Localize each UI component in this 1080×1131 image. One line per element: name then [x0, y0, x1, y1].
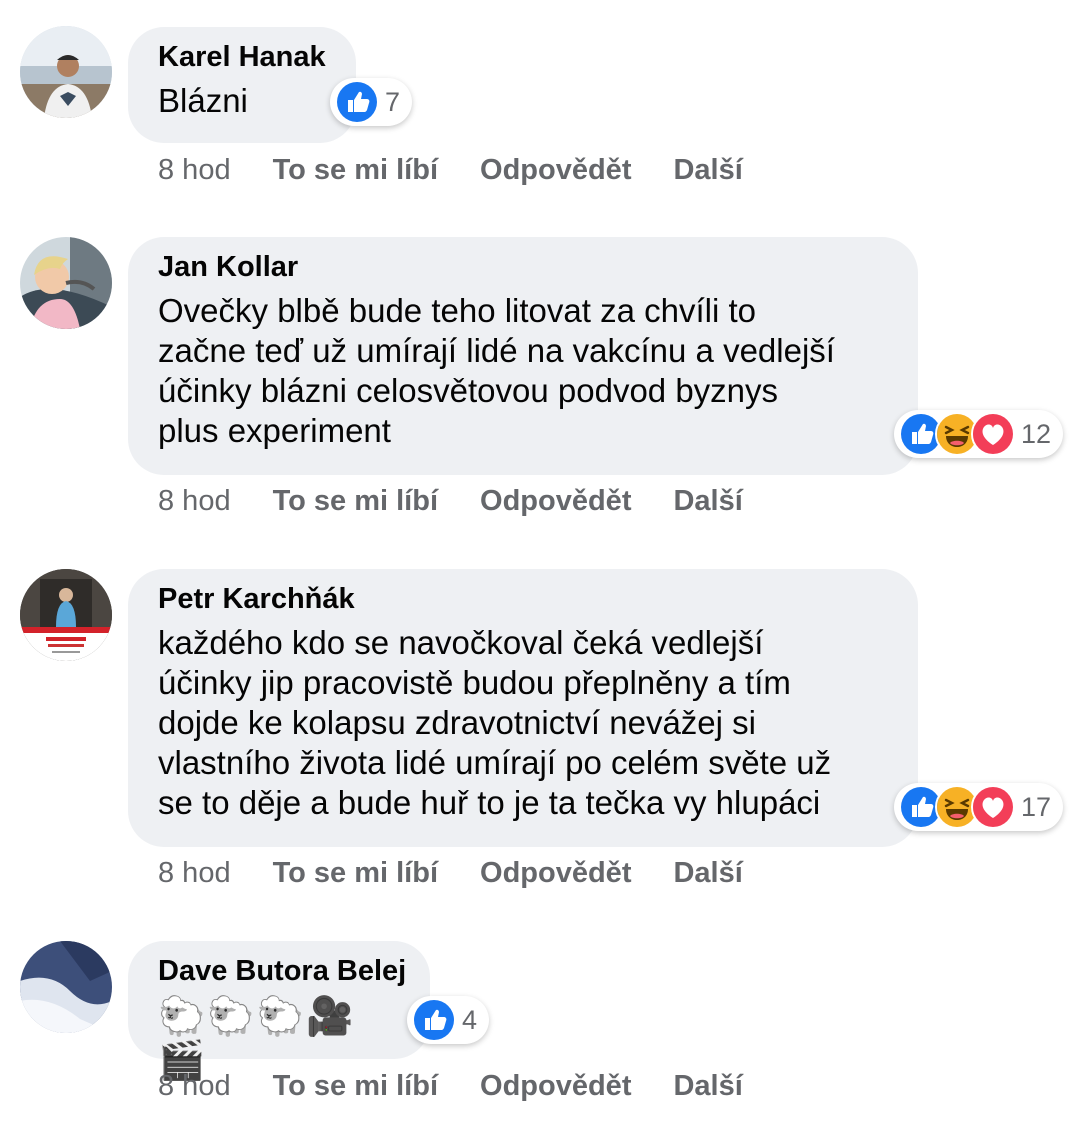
movie-camera-emoji: 🎥: [305, 996, 354, 1038]
comment-text-line: účinky jip pracovistě budou přeplněny a …: [158, 664, 791, 701]
avatar[interactable]: [20, 569, 112, 661]
love-icon: [971, 412, 1015, 456]
like-button[interactable]: To se mi líbí: [273, 152, 438, 188]
reply-button[interactable]: Odpovědět: [480, 1068, 631, 1104]
reaction-summary[interactable]: 12: [894, 410, 1064, 458]
comment-author[interactable]: Jan Kollar: [158, 249, 888, 285]
love-icon: [971, 785, 1015, 829]
comment-text-line: Blázni: [158, 82, 248, 119]
reply-button[interactable]: Odpovědět: [480, 483, 631, 519]
comment-timestamp[interactable]: 8 hod: [158, 855, 231, 891]
comment-actions: 8 hod To se mi líbí Odpovědět Další: [158, 152, 785, 188]
comment-text-line: každého kdo se navočkoval čeká vedlejší: [158, 624, 764, 661]
reply-button[interactable]: Odpovědět: [480, 152, 631, 188]
comment-text: Blázni: [158, 81, 326, 121]
comment-text-line: začne teď už umírají lidé na vakcínu a v…: [158, 332, 835, 369]
comment-actions: 8 hod To se mi líbí Odpovědět Další: [158, 483, 785, 519]
reaction-summary[interactable]: 7: [330, 78, 413, 126]
comment-text: každého kdo se navočkoval čeká vedlejší …: [158, 623, 888, 823]
like-icon: [335, 80, 379, 124]
more-button[interactable]: Další: [673, 855, 742, 891]
more-button[interactable]: Další: [673, 1068, 742, 1104]
comment-author[interactable]: Dave Butora Belej: [158, 953, 406, 989]
comment-text-line: plus experiment: [158, 412, 391, 449]
comment-author[interactable]: Karel Hanak: [158, 39, 326, 75]
reaction-summary[interactable]: 4: [407, 996, 490, 1044]
more-button[interactable]: Další: [673, 483, 742, 519]
like-button[interactable]: To se mi líbí: [273, 855, 438, 891]
reaction-summary[interactable]: 17: [894, 783, 1064, 831]
like-button[interactable]: To se mi líbí: [273, 1068, 438, 1104]
comment-bubble: Dave Butora Belej 🐑🐑🐑🎥🎬: [128, 941, 430, 1082]
comment-timestamp[interactable]: 8 hod: [158, 1068, 231, 1104]
comment-text-line: dojde ke kolapsu zdravotnictví nevážej s…: [158, 704, 756, 741]
comment-timestamp[interactable]: 8 hod: [158, 483, 231, 519]
sheep-emoji: 🐑: [207, 996, 255, 1038]
comment-text-line: Ovečky blbě bude teho litovat za chvíli …: [158, 292, 756, 329]
comment-text-line: se to děje a bude huř to je ta tečka vy …: [158, 784, 821, 821]
avatar[interactable]: [20, 237, 112, 329]
reaction-count: 7: [385, 86, 401, 117]
like-button[interactable]: To se mi líbí: [273, 483, 438, 519]
comment-author[interactable]: Petr Karchňák: [158, 581, 888, 617]
comment-actions: 8 hod To se mi líbí Odpovědět Další: [158, 1068, 785, 1104]
sheep-emoji: 🐑: [158, 996, 206, 1038]
comment-timestamp[interactable]: 8 hod: [158, 152, 231, 188]
comment-text-line: účinky blázni celosvětovou podvod byznys: [158, 372, 779, 409]
comment-text-line: vlastního života lidé umírají po celém s…: [158, 744, 832, 781]
avatar[interactable]: [20, 941, 112, 1033]
reaction-count: 17: [1021, 791, 1052, 822]
sheep-emoji: 🐑: [256, 996, 304, 1038]
comment-text: Ovečky blbě bude teho litovat za chvíli …: [158, 291, 888, 451]
reaction-count: 4: [462, 1004, 478, 1035]
reply-button[interactable]: Odpovědět: [480, 855, 631, 891]
more-button[interactable]: Další: [673, 152, 742, 188]
comment-bubble: Karel Hanak Blázni: [128, 27, 356, 143]
comment-bubble: Jan Kollar Ovečky blbě bude teho litovat…: [128, 237, 918, 475]
reaction-count: 12: [1021, 418, 1052, 449]
avatar[interactable]: [20, 26, 112, 118]
comment-bubble: Petr Karchňák každého kdo se navočkoval …: [128, 569, 918, 847]
comment-actions: 8 hod To se mi líbí Odpovědět Další: [158, 855, 785, 891]
like-icon: [412, 998, 456, 1042]
